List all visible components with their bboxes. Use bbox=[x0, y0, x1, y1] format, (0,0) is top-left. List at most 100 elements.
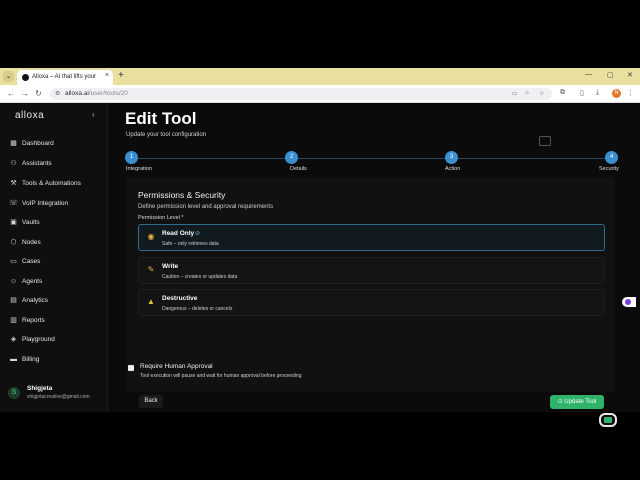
sidebar-item-analytics[interactable]: ▤ Analytics bbox=[8, 294, 100, 308]
require-approval-checkbox[interactable] bbox=[128, 365, 134, 371]
step-4-security[interactable]: 4 bbox=[605, 151, 618, 164]
agent-icon: ☺ bbox=[9, 278, 18, 285]
sidebar-item-playground[interactable]: ◈ Playground bbox=[8, 333, 100, 347]
browser-tab-bar: ⌄ Alloxa – AI that lifts your whole × + … bbox=[0, 68, 640, 85]
sidebar-item-label: Billing bbox=[22, 356, 40, 363]
close-window-icon[interactable]: ✕ bbox=[627, 71, 633, 79]
url-input[interactable]: ⚙ alloxa.ai/user/tools/20 ▭ ⌂ ☆ bbox=[50, 88, 552, 100]
step-1-integration[interactable]: 1 bbox=[125, 151, 138, 164]
sidebar-collapse-icon[interactable]: ‹ bbox=[92, 110, 95, 119]
section-title: Permissions & Security bbox=[138, 190, 226, 200]
nodes-icon: ⬡ bbox=[10, 239, 17, 246]
download-icon[interactable]: ⤓ bbox=[596, 89, 599, 97]
option-title: Write bbox=[162, 263, 179, 270]
option-description: Caution – creates or updates data bbox=[162, 274, 238, 280]
chat-widget-button[interactable] bbox=[599, 413, 617, 427]
chat-icon[interactable] bbox=[539, 136, 551, 146]
sidebar-item-voip-integration[interactable]: ☏ VoIP Integration bbox=[8, 197, 100, 211]
new-tab-button[interactable]: + bbox=[118, 70, 124, 82]
sidebar-item-label: Tools & Automations bbox=[22, 180, 81, 187]
tab-close-icon[interactable]: × bbox=[105, 72, 109, 79]
step-2-details[interactable]: 2 bbox=[285, 151, 298, 164]
step-3-action[interactable]: 3 bbox=[445, 151, 458, 164]
reload-icon[interactable]: ↻ bbox=[35, 89, 42, 99]
cast-icon[interactable]: ▭ bbox=[512, 90, 518, 97]
sidebar-item-label: Playground bbox=[22, 336, 55, 343]
sidebar-item-label: VoIP Integration bbox=[22, 200, 69, 207]
tab-title: Alloxa – AI that lifts your whole bbox=[32, 74, 98, 80]
tab-search-button[interactable]: ⌄ bbox=[3, 71, 14, 82]
permissions-card: Permissions & Security Define permission… bbox=[126, 177, 615, 392]
option-description: Dangerous – deletes or cancels bbox=[162, 306, 233, 312]
play-icon: ◈ bbox=[10, 336, 17, 343]
sidebar-item-label: Dashboard bbox=[22, 140, 54, 147]
sidebar-item-tools-automations[interactable]: ⚒ Tools & Automations bbox=[8, 177, 100, 191]
approval-description: Tool execution will pause and wait for h… bbox=[140, 373, 302, 379]
sidebar-item-vaults[interactable]: ▣ Vaults bbox=[8, 216, 100, 230]
main-content: Edit Tool Update your tool configuration… bbox=[109, 103, 640, 427]
sidebar-item-reports[interactable]: ▥ Reports bbox=[8, 314, 100, 328]
sidebar-item-label: Agents bbox=[22, 278, 43, 285]
sidebar-item-agents[interactable]: ☺ Agents bbox=[8, 275, 100, 289]
page-title: Edit Tool bbox=[125, 109, 197, 128]
browser-address-bar: ← → ↻ ⚙ alloxa.ai/user/tools/20 ▭ ⌂ ☆ ⧉ … bbox=[0, 85, 640, 103]
update-tool-button[interactable]: ⊙ Update Tool bbox=[550, 395, 604, 409]
grid-icon: ▦ bbox=[10, 140, 17, 147]
sidebar-item-assistants[interactable]: ⚇ Assistants bbox=[8, 157, 100, 171]
browser-tab[interactable]: Alloxa – AI that lifts your whole × bbox=[17, 70, 113, 85]
step-label-details: Details bbox=[290, 166, 307, 172]
bookmark-star-icon[interactable]: ☆ bbox=[539, 90, 544, 97]
wrench-icon: ⚒ bbox=[10, 180, 17, 187]
favicon-icon bbox=[22, 74, 29, 81]
forward-arrow-icon[interactable]: → bbox=[21, 89, 29, 99]
app-logo[interactable]: alloxa bbox=[15, 110, 44, 121]
step-label-action: Action bbox=[445, 166, 461, 172]
sidebar-item-nodes[interactable]: ⬡ Nodes bbox=[8, 236, 100, 250]
avatar: S bbox=[8, 387, 20, 399]
option-title: Read Only bbox=[162, 230, 195, 237]
card-icon: ▬ bbox=[10, 356, 17, 363]
sidebar-item-label: Analytics bbox=[22, 297, 49, 304]
user-profile[interactable]: S Shigjeta shigjetacreative@gmail.com bbox=[8, 383, 104, 405]
back-button[interactable]: Back bbox=[139, 395, 163, 408]
user-name: Shigjeta bbox=[27, 385, 53, 392]
sidebar-item-dashboard[interactable]: ▦ Dashboard bbox=[8, 137, 100, 151]
permission-level-label: Permission Level * bbox=[138, 215, 184, 221]
url-domain: alloxa.ai bbox=[65, 90, 89, 97]
sidebar-item-billing[interactable]: ▬ Billing bbox=[8, 353, 100, 367]
site-info-icon[interactable]: ⚙ bbox=[55, 90, 60, 97]
page-subtitle: Update your tool configuration bbox=[126, 132, 207, 138]
users-icon: ⚇ bbox=[10, 160, 17, 167]
browser-menu-icon[interactable]: ⋮ bbox=[627, 89, 634, 97]
user-email: shigjetacreative@gmail.com bbox=[27, 394, 90, 400]
maximize-icon[interactable]: ▢ bbox=[607, 71, 614, 79]
eye-icon: ◉ bbox=[147, 232, 155, 241]
permission-option-read-only[interactable]: ◉ Read Only Safe – only retrieves data ⊘ bbox=[138, 224, 605, 251]
sidebar: alloxa ‹ ▦ Dashboard ⚇ Assistants ⚒ Tools & A… bbox=[0, 103, 108, 412]
phone-icon: ☏ bbox=[9, 200, 18, 207]
approval-title: Require Human Approval bbox=[140, 363, 213, 370]
extensions-icon[interactable]: ⧉ bbox=[560, 89, 565, 97]
permission-option-destructive[interactable]: ▲ Destructive Dangerous – deletes or cance… bbox=[138, 289, 605, 316]
vault-icon: ▣ bbox=[10, 219, 17, 226]
warning-icon: ▲ bbox=[147, 297, 155, 306]
folder-icon: ▭ bbox=[10, 258, 17, 265]
app-root: alloxa ‹ ▦ Dashboard ⚇ Assistants ⚒ Tools & A… bbox=[0, 103, 640, 427]
permission-option-write[interactable]: ✎ Write Caution – creates or updates data bbox=[138, 257, 605, 284]
minimize-icon[interactable]: — bbox=[585, 71, 592, 78]
side-assistant-widget[interactable] bbox=[622, 297, 636, 307]
translate-icon[interactable]: ⌂ bbox=[525, 90, 529, 96]
profile-avatar[interactable]: N bbox=[612, 89, 621, 98]
back-arrow-icon[interactable]: ← bbox=[7, 89, 15, 99]
option-description: Safe – only retrieves data bbox=[162, 241, 219, 247]
sidebar-item-cases[interactable]: ▭ Cases bbox=[8, 255, 100, 269]
section-subtitle: Define permission level and approval req… bbox=[138, 204, 274, 210]
tab-groups-icon[interactable]: ▯ bbox=[580, 89, 584, 97]
chart-icon: ▤ bbox=[10, 297, 17, 304]
url-path: /user/tools/20 bbox=[88, 90, 128, 97]
step-label-integration: Integration bbox=[126, 166, 152, 172]
chat-widget-icon bbox=[604, 417, 612, 423]
sidebar-item-label: Assistants bbox=[22, 160, 52, 167]
sidebar-item-label: Cases bbox=[22, 258, 41, 265]
selected-check-icon: ⊘ bbox=[195, 231, 201, 237]
